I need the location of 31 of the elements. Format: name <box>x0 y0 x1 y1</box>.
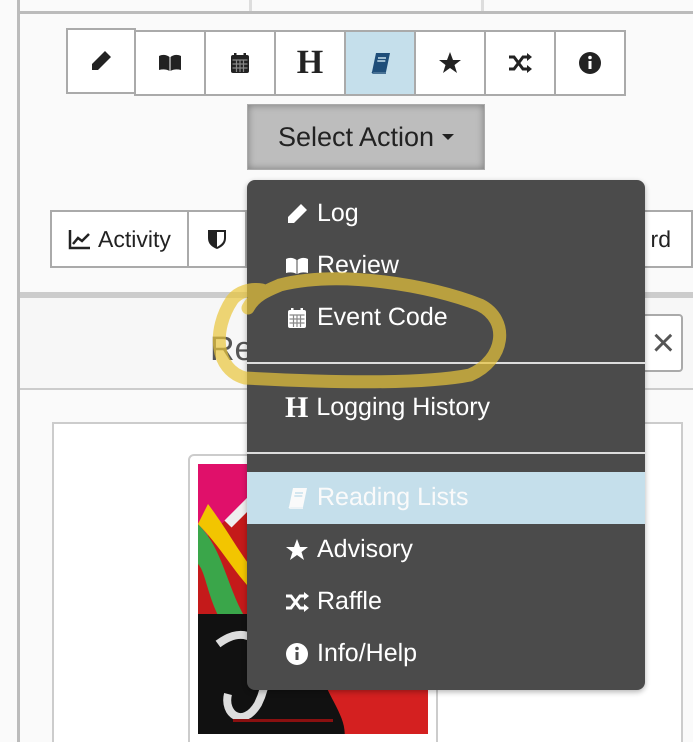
menu-item[interactable]: H Logging History <box>247 382 645 434</box>
menu-item[interactable]: Log <box>247 188 645 240</box>
star-icon <box>285 538 309 562</box>
toolbar-button[interactable] <box>134 30 206 96</box>
toolbar-button[interactable] <box>484 30 556 96</box>
toolbar-button[interactable] <box>414 30 486 96</box>
info-icon <box>578 51 602 75</box>
shuffle-icon <box>285 590 309 614</box>
toolbar-button[interactable] <box>554 30 626 96</box>
line-chart-icon <box>68 227 92 251</box>
toolbar-button[interactable] <box>344 30 416 96</box>
toolbar-button[interactable] <box>66 28 136 94</box>
menu-item[interactable]: Review <box>247 240 645 292</box>
nav-button[interactable]: Activity <box>50 210 189 268</box>
calendar-icon <box>228 51 252 75</box>
select-action-button[interactable]: Select Action <box>247 104 485 170</box>
pencil-icon <box>285 202 309 226</box>
menu-item[interactable]: Raffle <box>247 576 645 628</box>
star-icon <box>438 51 462 75</box>
info-icon <box>285 642 309 666</box>
toolbar-button[interactable] <box>204 30 276 96</box>
caret-icon <box>442 134 454 140</box>
shuffle-icon <box>508 51 532 75</box>
heading-icon: H <box>296 46 324 80</box>
shield-button[interactable] <box>186 210 247 268</box>
heading-icon: H <box>285 393 308 423</box>
calendar-icon <box>285 306 309 330</box>
toolbar-button[interactable]: H <box>274 30 346 96</box>
menu-item[interactable]: Advisory <box>247 524 645 576</box>
pencil-icon <box>89 49 113 73</box>
menu-item[interactable]: Info/Help <box>247 628 645 680</box>
